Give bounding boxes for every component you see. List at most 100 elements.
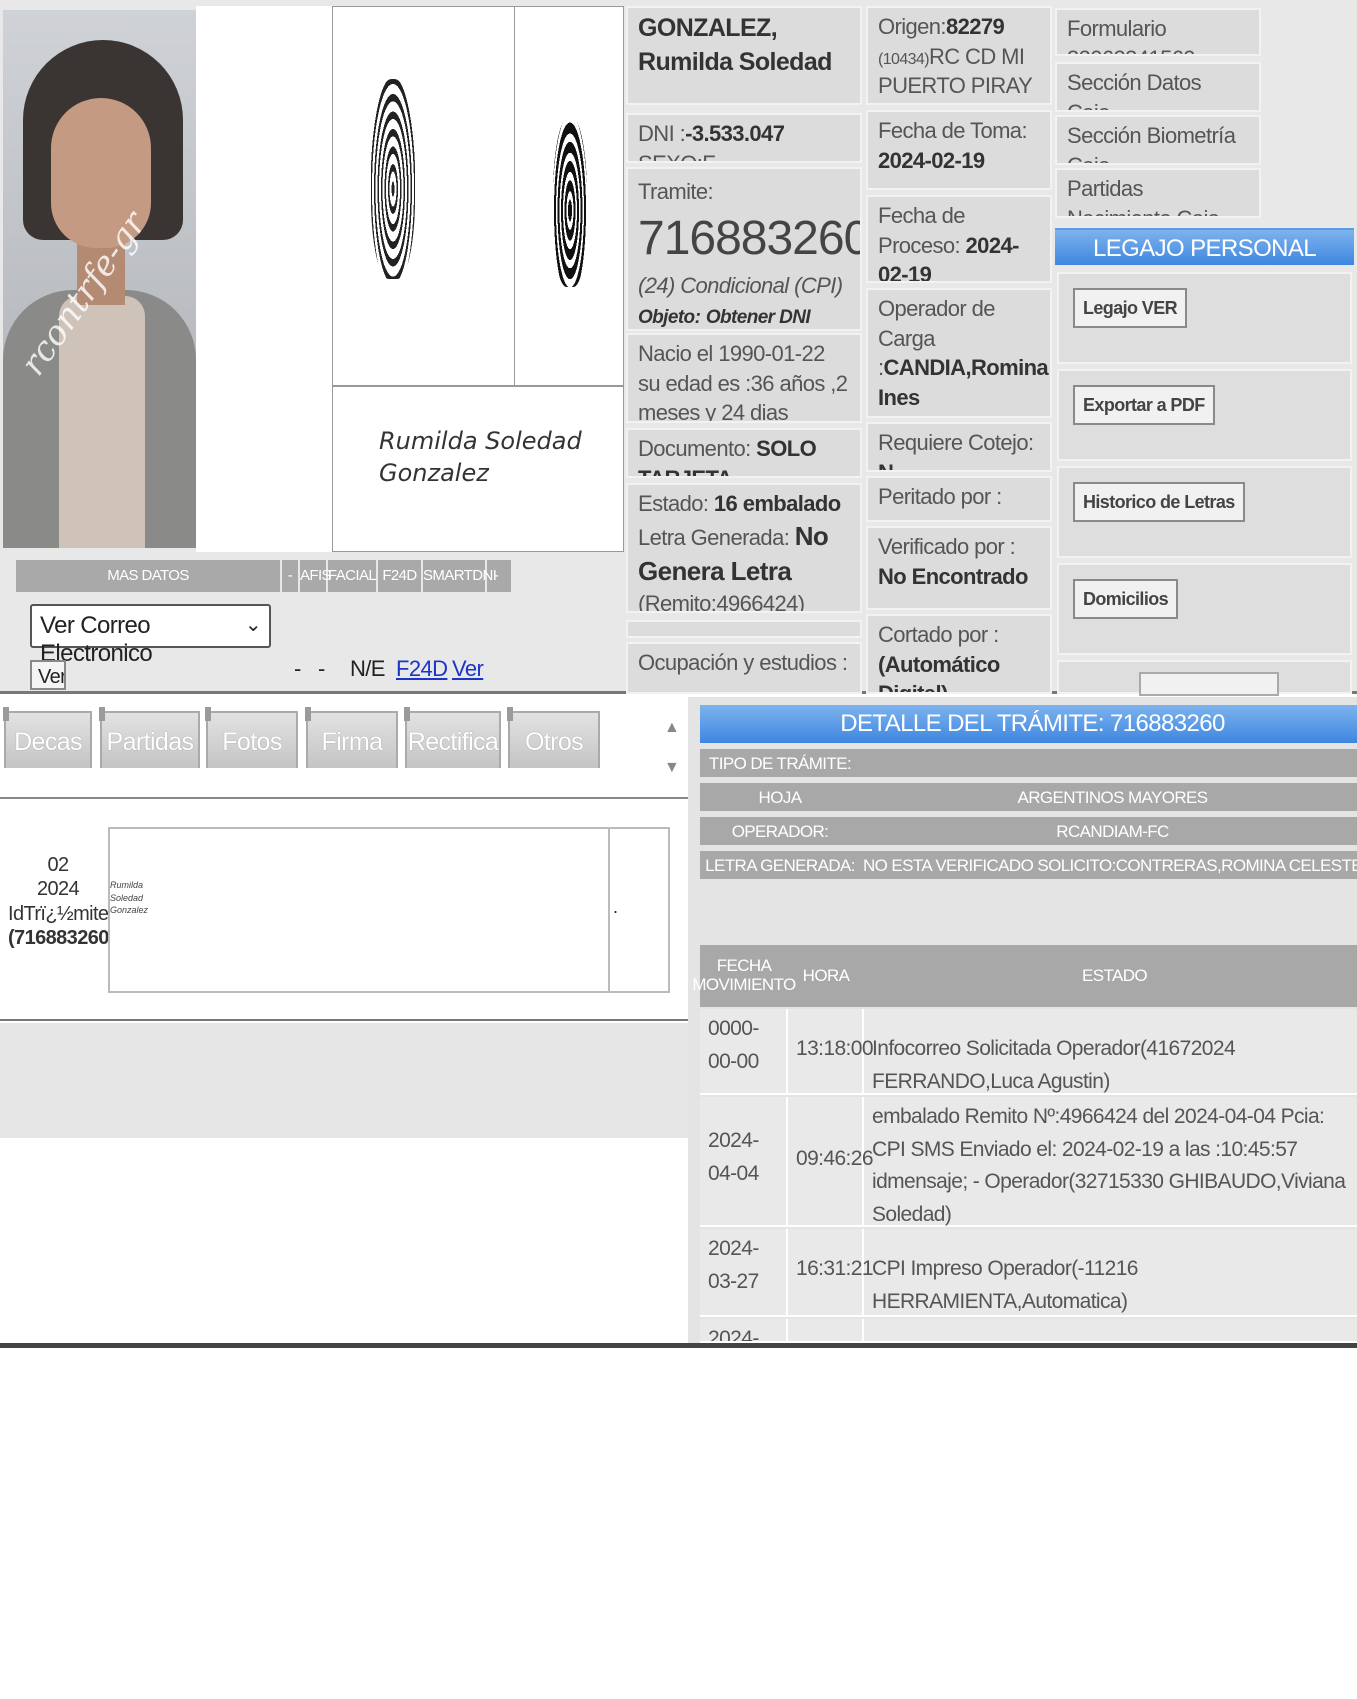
verificado-value: No Encontrado (878, 563, 1028, 589)
movimiento-row: 2024-04-04 09:46:26 embalado Remito Nº:4… (700, 1097, 1357, 1227)
mov-hora: 09:46:26 (788, 1097, 874, 1225)
tramite-label: Tramite: (638, 179, 714, 204)
signature-line1: Rumilda Soledad (379, 427, 582, 455)
historico-letras-cell: Historico de Letras (1057, 466, 1352, 558)
col-fecha-header: FECHA MOVIMIENTO (692, 956, 796, 994)
tab-fotos[interactable]: Fotos (205, 707, 298, 768)
origen-code: 82279 (945, 14, 1005, 39)
tab-partidas[interactable]: Partidas (99, 707, 200, 768)
mov-hora (788, 1319, 864, 1341)
formulario-text: Formulario 32062341569 (1067, 16, 1196, 54)
detalle-row-value: NO ESTA VERIFICADO SOLICITO:CONTRERAS,RO… (862, 856, 1357, 875)
mas-datos-label: MAS DATOS (16, 560, 282, 592)
fingerprint-right (553, 117, 587, 287)
col-smartdni-header: SMARTDNI (423, 560, 497, 592)
afis-value-dash: - (294, 656, 301, 681)
legajo-personal-header: LEGAJO PERSONAL (1055, 228, 1354, 265)
mov-fecha: 2024-03-27 (700, 1229, 788, 1315)
cotejo-cell: Requiere Cotejo: N (866, 422, 1052, 472)
detalle-row-label: LETRA GENERADA: (705, 856, 855, 875)
person-photo: rcontrfe-gr (3, 10, 196, 548)
mov-fecha: 2024-03- (700, 1319, 788, 1341)
ver-button[interactable]: Ver (30, 660, 66, 690)
tab-otros[interactable]: Otros (507, 707, 600, 768)
nacimiento-cell: Nacio el 1990-01-22 su edad es :36 años … (626, 333, 862, 423)
extra-button[interactable] (1139, 672, 1279, 696)
col-afis-header: AFIS (300, 560, 332, 592)
tramite-cell: Tramite: 716883260 (24) Condicional (CPI… (626, 167, 862, 331)
cotejo-value: N (878, 460, 894, 470)
detalle-row-tipo: TIPO DE TRÁMITE: (700, 749, 1357, 779)
fingerprint-left-box (332, 6, 515, 386)
cortado-cell: Cortado por : (Automático Digital) (866, 614, 1052, 694)
detalle-row-operador: OPERADOR: RCANDIAM-FC (700, 817, 1357, 847)
objeto-value: Obtener DNI (705, 307, 811, 329)
fecha-toma-value: 2024-02-19 (878, 147, 985, 173)
tab-rectifica[interactable]: Rectifica (404, 707, 501, 768)
operador-carga-cell: Operador de Carga :CANDIA,Romina Ines DN… (866, 288, 1052, 418)
col-f24d-header: F24D (378, 560, 423, 592)
ficha-year: 2024 (36, 878, 80, 901)
mov-estado (864, 1319, 1357, 1341)
blank-cell (626, 620, 862, 638)
partidas-nacimiento-caja-link[interactable]: Partidas Nacimiento Caja (1055, 168, 1261, 218)
detalle-row-value: RCANDIAM-FC (1056, 822, 1169, 841)
movimientos-header: FECHA MOVIMIENTO HORA ESTADO (692, 945, 1357, 1007)
seccion-datos-caja-link[interactable]: Sección Datos Caja (1055, 62, 1261, 112)
facial-value: N/E (350, 656, 385, 681)
tramite-tipo: (24) Condicional (CPI) (638, 273, 843, 299)
movimiento-row: 2024-03-27 16:31:21 CPI Impreso Operador… (700, 1229, 1357, 1317)
correo-select[interactable]: Ver Correo Electronico ⌄ (30, 604, 271, 667)
mov-estado: Infocorreo Solicitada Operador(41672024 … (872, 1037, 1236, 1093)
f24d-link[interactable]: F24D (396, 656, 448, 682)
tab-decas[interactable]: Decas (3, 707, 92, 768)
detalle-row-letra: LETRA GENERADA: NO ESTA VERIFICADO SOLIC… (700, 851, 1357, 881)
seccion-biometria-caja-text: Sección Biometría Caja (1067, 123, 1236, 163)
dni-label: DNI : (638, 121, 686, 146)
ficha-signature-box: Rumilda Soledad Gonzalez . (108, 827, 670, 993)
ficha-divider (608, 829, 610, 991)
movimiento-row: 2024-03- (700, 1319, 1357, 1343)
peritado-cell: Peritado por : (866, 476, 1052, 522)
peritado-text: Peritado por : (878, 484, 1002, 509)
dni-cell: DNI :-3.533.047 SEXO:F (626, 113, 862, 163)
bottom-panel: Decas Partidas Fotos Firma Rectifica Otr… (0, 697, 1357, 1348)
scroll-up-icon[interactable]: ▲ (664, 719, 680, 737)
fingerprint-left (371, 79, 415, 279)
detalle-header: DETALLE DEL TRÁMITE: 716883260 (700, 705, 1357, 743)
top-panel: rcontrfe-gr Rumilda Soledad Gonzalez MAS… (0, 0, 1357, 696)
historico-letras-button[interactable]: Historico de Letras (1073, 482, 1245, 522)
detalle-row-label: TIPO DE TRÁMITE: (708, 754, 852, 773)
estado-cell: Estado: 16 embalado Letra Generada: No G… (626, 483, 862, 613)
estado-label: Estado: (638, 491, 709, 516)
tab-firma[interactable]: Firma (305, 707, 398, 768)
fecha-toma-label: Fecha de Toma: (878, 118, 1028, 143)
nacimiento-text: Nacio el 1990-01-22 su edad es :36 años … (638, 341, 848, 423)
ficha-id-label: IdTrï¿½mite: (8, 902, 114, 925)
detalle-row-hoja: HOJA PERSONALIZADA: ARGENTINOS MAYORES (700, 783, 1357, 837)
exportar-pdf-cell: Exportar a PDF (1057, 369, 1352, 461)
col-dash-end-header: - (493, 567, 499, 584)
ocupacion-cell: Ocupación y estudios : (626, 642, 862, 694)
seccion-biometria-caja-link[interactable]: Sección Biometría Caja (1055, 115, 1261, 165)
smartdni-ver-link[interactable]: Ver (452, 656, 484, 682)
fecha-proceso-cell: Fecha de Proceso: 2024-02-19 (866, 195, 1052, 283)
dni-value: -3.533.047 (685, 121, 785, 146)
signature-line2: Gonzalez (379, 459, 489, 487)
mov-hora: 13:18:00 (788, 1009, 874, 1093)
detalle-row-value: ARGENTINOS MAYORES (1017, 788, 1208, 807)
formulario-link[interactable]: Formulario 32062341569 (1055, 8, 1261, 56)
domicilios-button[interactable]: Domicilios (1073, 579, 1179, 619)
mov-fecha: 2024-04-04 (700, 1097, 788, 1225)
operador-value: CANDIA,Romina Ines DNI:26746728 (878, 355, 1049, 416)
signature-box: Rumilda Soledad Gonzalez (332, 386, 624, 552)
scroll-down-icon[interactable]: ▼ (664, 759, 680, 777)
mas-datos-header: MAS DATOS - AFIS FACIAL F24D SMARTDNI - (16, 560, 511, 592)
letra-label: Letra Generada: (638, 524, 790, 550)
person-name-cell: GONZALEZ, Rumilda Soledad (626, 6, 862, 105)
fecha-toma-cell: Fecha de Toma: 2024-02-19 (866, 110, 1052, 190)
legajo-ver-button[interactable]: Legajo VER (1073, 288, 1188, 328)
mov-fecha: 0000-00-00 (700, 1009, 788, 1093)
movimiento-row: 0000-00-00 13:18:00 Infocorreo Solicitad… (700, 1009, 1357, 1095)
exportar-pdf-button[interactable]: Exportar a PDF (1073, 385, 1215, 425)
